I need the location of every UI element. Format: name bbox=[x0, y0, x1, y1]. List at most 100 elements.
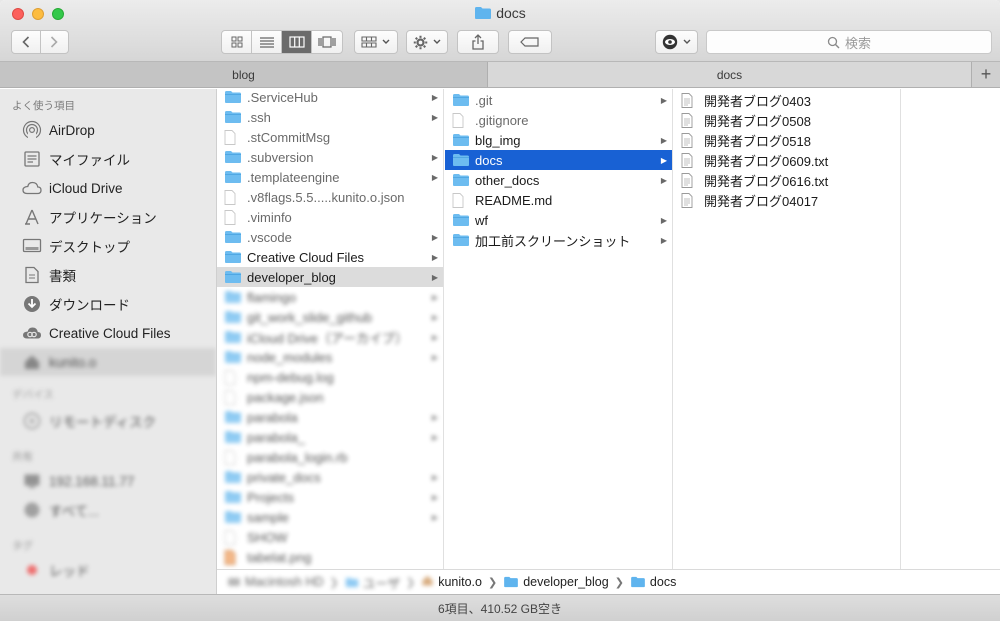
list-item[interactable]: .templateengine ▶ bbox=[217, 167, 443, 187]
tab-blog[interactable]: blog bbox=[0, 62, 488, 87]
sidebar-item-airdrop[interactable]: AirDrop bbox=[0, 116, 216, 144]
sidebar-item-label: iCloud Drive bbox=[49, 180, 123, 196]
sidebar-item-all-shared[interactable]: すべて... bbox=[0, 496, 216, 524]
list-item[interactable]: Projects ▶ bbox=[217, 487, 443, 507]
list-item[interactable]: sample ▶ bbox=[217, 507, 443, 527]
sidebar-item-desktop[interactable]: デスクトップ bbox=[0, 232, 216, 260]
sidebar-item-remote-disc[interactable]: リモートディスク bbox=[0, 407, 216, 435]
list-item[interactable]: parabola_ ▶ bbox=[217, 427, 443, 447]
sidebar-item-server[interactable]: 192.168.11.77 bbox=[0, 467, 216, 495]
sidebar-item-label: ダウンロード bbox=[49, 298, 130, 313]
forward-button[interactable] bbox=[41, 31, 69, 53]
path-item-label: ユーザ bbox=[362, 576, 400, 591]
search-placeholder: 検索 bbox=[844, 35, 871, 51]
list-item[interactable]: wf ▶ bbox=[445, 210, 672, 230]
list-item[interactable]: other_docs ▶ bbox=[445, 170, 672, 190]
list-item[interactable]: 開発者ブログ04017 bbox=[674, 190, 900, 210]
list-item[interactable]: 加工前スクリーンショット ▶ bbox=[445, 230, 672, 250]
share-button[interactable] bbox=[457, 30, 499, 54]
disc-icon bbox=[22, 411, 42, 431]
list-item[interactable]: .ssh ▶ bbox=[217, 107, 443, 127]
path-item-users[interactable]: ユーザ bbox=[345, 573, 400, 592]
list-item[interactable]: parabola_login.rb bbox=[217, 447, 443, 467]
list-item[interactable]: .stCommitMsg bbox=[217, 127, 443, 147]
list-item[interactable]: README.md bbox=[445, 190, 672, 210]
list-item[interactable]: tabelat.png bbox=[217, 547, 443, 567]
list-item[interactable]: 開発者ブログ0616.txt bbox=[674, 170, 900, 190]
list-item[interactable]: flamingo ▶ bbox=[217, 287, 443, 307]
list-item-label: docs bbox=[475, 152, 503, 168]
folder-icon bbox=[224, 469, 242, 485]
disclosure-arrow-icon: ▶ bbox=[431, 92, 439, 102]
list-item[interactable]: .gitignore bbox=[445, 110, 672, 130]
gallery-view-button[interactable] bbox=[312, 31, 342, 53]
status-bar: 6項目、410.52 GB空き bbox=[0, 594, 1000, 621]
folder-icon bbox=[452, 92, 470, 108]
list-item-label: 開発者ブログ0609.txt bbox=[704, 153, 829, 169]
list-item[interactable]: Creative Cloud Files ▶ bbox=[217, 247, 443, 267]
list-item[interactable]: .ServiceHub ▶ bbox=[217, 89, 443, 107]
quicklook-button[interactable] bbox=[655, 30, 698, 54]
tab-docs[interactable]: docs bbox=[488, 62, 972, 87]
list-item[interactable]: 開発者ブログ0508 bbox=[674, 110, 900, 130]
sidebar-item-applications[interactable]: アプリケーション bbox=[0, 203, 216, 231]
folder-icon bbox=[224, 409, 242, 425]
nav-buttons bbox=[11, 30, 69, 54]
tags-button[interactable] bbox=[508, 30, 552, 54]
icon-view-button[interactable] bbox=[222, 31, 252, 53]
sidebar-item-all-files[interactable]: マイファイル bbox=[0, 145, 216, 173]
search-icon bbox=[827, 36, 840, 48]
downloads-icon bbox=[22, 294, 42, 314]
view-mode-group bbox=[221, 30, 343, 54]
list-item[interactable]: blg_img ▶ bbox=[445, 130, 672, 150]
sidebar-item-creative-cloud[interactable]: Creative Cloud Files bbox=[0, 319, 216, 347]
path-item-home[interactable]: kunito.o bbox=[438, 575, 482, 589]
path-item-docs[interactable]: docs bbox=[630, 575, 676, 589]
folder-icon bbox=[224, 249, 242, 265]
sidebar-item-tag-red[interactable]: レッド bbox=[0, 556, 216, 584]
new-tab-button[interactable]: + bbox=[972, 62, 1000, 87]
list-item[interactable]: .v8flags.5.5.....kunito.o.json bbox=[217, 187, 443, 207]
list-item[interactable]: node_modules ▶ bbox=[217, 347, 443, 367]
list-item[interactable]: package.json bbox=[217, 387, 443, 407]
list-item[interactable]: SHOW bbox=[217, 527, 443, 547]
back-button[interactable] bbox=[12, 31, 41, 53]
list-item[interactable]: .viminfo bbox=[217, 207, 443, 227]
search-field[interactable]: 検索 bbox=[706, 30, 992, 54]
folder-icon bbox=[452, 172, 470, 188]
group-button[interactable] bbox=[354, 30, 398, 54]
path-item-developer-blog[interactable]: developer_blog bbox=[503, 575, 609, 589]
list-item-label: parabola bbox=[247, 409, 298, 425]
path-item-volume[interactable]: Macintosh HD bbox=[227, 575, 324, 589]
list-item[interactable]: docs ▶ bbox=[445, 150, 672, 170]
list-item[interactable]: .vscode ▶ bbox=[217, 227, 443, 247]
list-item[interactable]: .subversion ▶ bbox=[217, 147, 443, 167]
list-item[interactable]: .git ▶ bbox=[445, 90, 672, 110]
list-item[interactable]: npm-debug.log bbox=[217, 367, 443, 387]
disclosure-arrow-icon: ▶ bbox=[660, 135, 668, 145]
path-item-label: docs bbox=[649, 575, 677, 589]
text-document-icon bbox=[681, 132, 699, 148]
list-item-label: .ssh bbox=[247, 109, 271, 125]
sidebar-item-icloud-drive[interactable]: iCloud Drive bbox=[0, 174, 216, 202]
list-item[interactable]: git_work_slide_github ▶ bbox=[217, 307, 443, 327]
list-item[interactable]: parabola ▶ bbox=[217, 407, 443, 427]
folder-icon bbox=[452, 132, 470, 148]
list-item[interactable]: 開発者ブログ0518 bbox=[674, 130, 900, 150]
network-icon bbox=[22, 500, 42, 520]
folder-icon bbox=[452, 212, 470, 228]
sidebar-item-downloads[interactable]: ダウンロード bbox=[0, 290, 216, 318]
action-button[interactable] bbox=[406, 30, 448, 54]
column-view-button[interactable] bbox=[282, 31, 312, 53]
file-icon bbox=[224, 449, 242, 465]
list-item[interactable]: 開発者ブログ0403 bbox=[674, 90, 900, 110]
sidebar-item-home[interactable]: kunito.o bbox=[0, 348, 216, 376]
list-item-label: blg_img bbox=[475, 132, 521, 148]
sidebar-item-documents[interactable]: 書類 bbox=[0, 261, 216, 289]
list-item[interactable]: iCloud Drive（アーカイブ） ▶ bbox=[217, 327, 443, 347]
list-view-button[interactable] bbox=[252, 31, 282, 53]
list-item[interactable]: private_docs ▶ bbox=[217, 467, 443, 487]
home-icon bbox=[421, 574, 434, 590]
list-item[interactable]: developer_blog ▶ bbox=[217, 267, 443, 287]
list-item[interactable]: 開発者ブログ0609.txt bbox=[674, 150, 900, 170]
